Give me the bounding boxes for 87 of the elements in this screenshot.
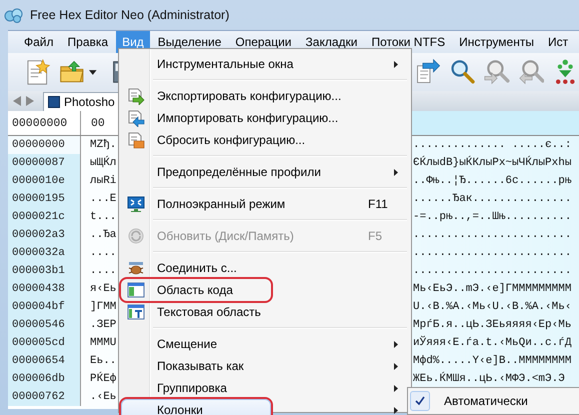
text-cell: ........................	[413, 247, 572, 259]
offset-cell: 00000195	[8, 190, 80, 208]
menu-item[interactable]: Автоматически	[410, 390, 577, 412]
text-cell: ЄЌлыdB}ыЌКлыPx~ыЧЌлыPxhы	[413, 157, 572, 169]
menu-item[interactable]: Текстовая область	[121, 301, 409, 323]
menu-item[interactable]: Смещение	[121, 333, 409, 355]
submenu-arrow-icon	[394, 61, 398, 68]
submenu-arrow-icon	[394, 407, 398, 414]
code-area-icon	[127, 281, 145, 299]
text-cell: U.‹В.%А.‹Мь‹U.‹В.%А.‹Мь‹	[413, 301, 572, 313]
offset-cell: 000003b1	[8, 262, 80, 280]
file-type-icon	[48, 96, 60, 108]
refresh-icon	[127, 227, 145, 245]
text-cell: ...Е	[90, 193, 117, 205]
shortcut-label: F5	[368, 229, 384, 243]
offset-cell: 00000546	[8, 316, 80, 334]
offset-cell: 00000000	[8, 136, 80, 154]
export-icon	[127, 87, 145, 105]
submenu-arrow-icon	[394, 385, 398, 392]
text-cell: ....	[90, 247, 117, 259]
text-cell: иЎяяя‹Е.ѓа.t.‹МьQи..с.ѓД	[413, 337, 572, 349]
offset-cell: 000004bf	[8, 298, 80, 316]
submenu-arrow-icon	[394, 363, 398, 370]
text-cell: ..Фњ..¦Ђ......6с......рњ	[413, 175, 572, 187]
menu-item[interactable]: Правка	[62, 31, 114, 53]
bug-icon	[127, 259, 145, 277]
text-cell: ........................	[413, 229, 572, 241]
caret-icon[interactable]	[89, 70, 97, 74]
offset-cell: 0000010e	[8, 172, 80, 190]
text-cell: Мь‹ЕьЭ..mЭ.‹е]ГМММММММММ	[413, 283, 572, 295]
export-icon[interactable]	[414, 58, 441, 86]
text-cell: я‹Еь	[90, 283, 117, 295]
offset-cell: 00000087	[8, 154, 80, 172]
text-cell: ыЩЌл	[90, 157, 117, 169]
menu-item[interactable]: Предопределённые профили	[121, 161, 409, 183]
menu-item[interactable]: Ист	[542, 31, 568, 53]
text-cell: t...	[90, 211, 117, 223]
text-cell: ....	[90, 265, 117, 277]
shortcut-label: F11	[368, 197, 389, 211]
text-cell: МММU	[90, 337, 117, 349]
column-header: 00	[91, 116, 106, 130]
menu-item[interactable]: Экспортировать конфигурацию...	[121, 85, 409, 107]
offset-cell: 00000654	[8, 352, 80, 370]
text-cell: .............. .....є..:	[413, 139, 572, 151]
offset-cell: 00000438	[8, 280, 80, 298]
offset-cell: 000005cd	[8, 334, 80, 352]
window-title: Free Hex Editor Neo (Administrator)	[30, 8, 230, 22]
search-next-icon[interactable]	[483, 58, 510, 86]
text-cell: MZђ.	[90, 139, 117, 151]
menu-item[interactable]: Полноэкранный режим F11	[121, 193, 409, 215]
reset-icon	[127, 131, 145, 149]
menu-item[interactable]: Импортировать конфигурацию...	[121, 107, 409, 129]
menu-item[interactable]: Область кода	[121, 279, 271, 301]
search-previous-icon[interactable]	[518, 58, 544, 86]
text-cell: Мфd%.....Y‹е]В..ММММММММ	[413, 355, 572, 367]
fullscreen-icon	[127, 195, 145, 213]
text-cell: ..Ђа	[90, 229, 117, 241]
text-cell: -=..рњ..,=..Шњ..........	[413, 211, 572, 223]
menu-item[interactable]: Файл	[18, 31, 60, 53]
submenu-arrow-icon	[394, 169, 398, 176]
text-cell: лыRi	[90, 175, 117, 187]
menu-item[interactable]: Показывать как	[121, 355, 409, 377]
text-cell: МрѓБ.я..цЬ.ЗЕьяяяя‹Ер‹Мь	[413, 319, 572, 331]
menu-item[interactable]: Группировка	[121, 377, 409, 399]
text-area-icon	[127, 303, 145, 321]
search-icon[interactable]	[448, 58, 476, 86]
text-cell: ........................	[413, 265, 572, 277]
import-icon	[127, 109, 145, 127]
column-header: 00000000	[11, 116, 68, 130]
text-cell: ЖЕь.ЌМШя..цЬ.‹МФЭ.<mЭ.Э	[413, 373, 565, 385]
offset-cell: 0000032a	[8, 244, 80, 262]
offset-cell: 000002a3	[8, 226, 80, 244]
menu-item[interactable]: Соединить с...	[121, 257, 409, 279]
submenu-arrow-icon	[394, 341, 398, 348]
text-cell: ]ГММ	[90, 301, 117, 313]
text-cell: .‹Еь	[90, 391, 117, 403]
offset-cell: 000006db	[8, 370, 80, 388]
menu-item[interactable]: Сбросить конфигурацию...	[121, 129, 409, 151]
offset-cell: 00000762	[8, 388, 80, 406]
text-cell: Еь..	[90, 355, 117, 367]
text-cell: ......Ђак...............	[413, 193, 572, 205]
app-icon	[4, 7, 24, 23]
text-cell: РЌЕф	[90, 373, 117, 385]
text-cell: .ЗЕР	[90, 319, 117, 331]
offset-cell: 0000021c	[8, 208, 80, 226]
menu-item[interactable]: Инструменты	[453, 31, 540, 53]
file-tab[interactable]: Photosho	[43, 92, 120, 111]
